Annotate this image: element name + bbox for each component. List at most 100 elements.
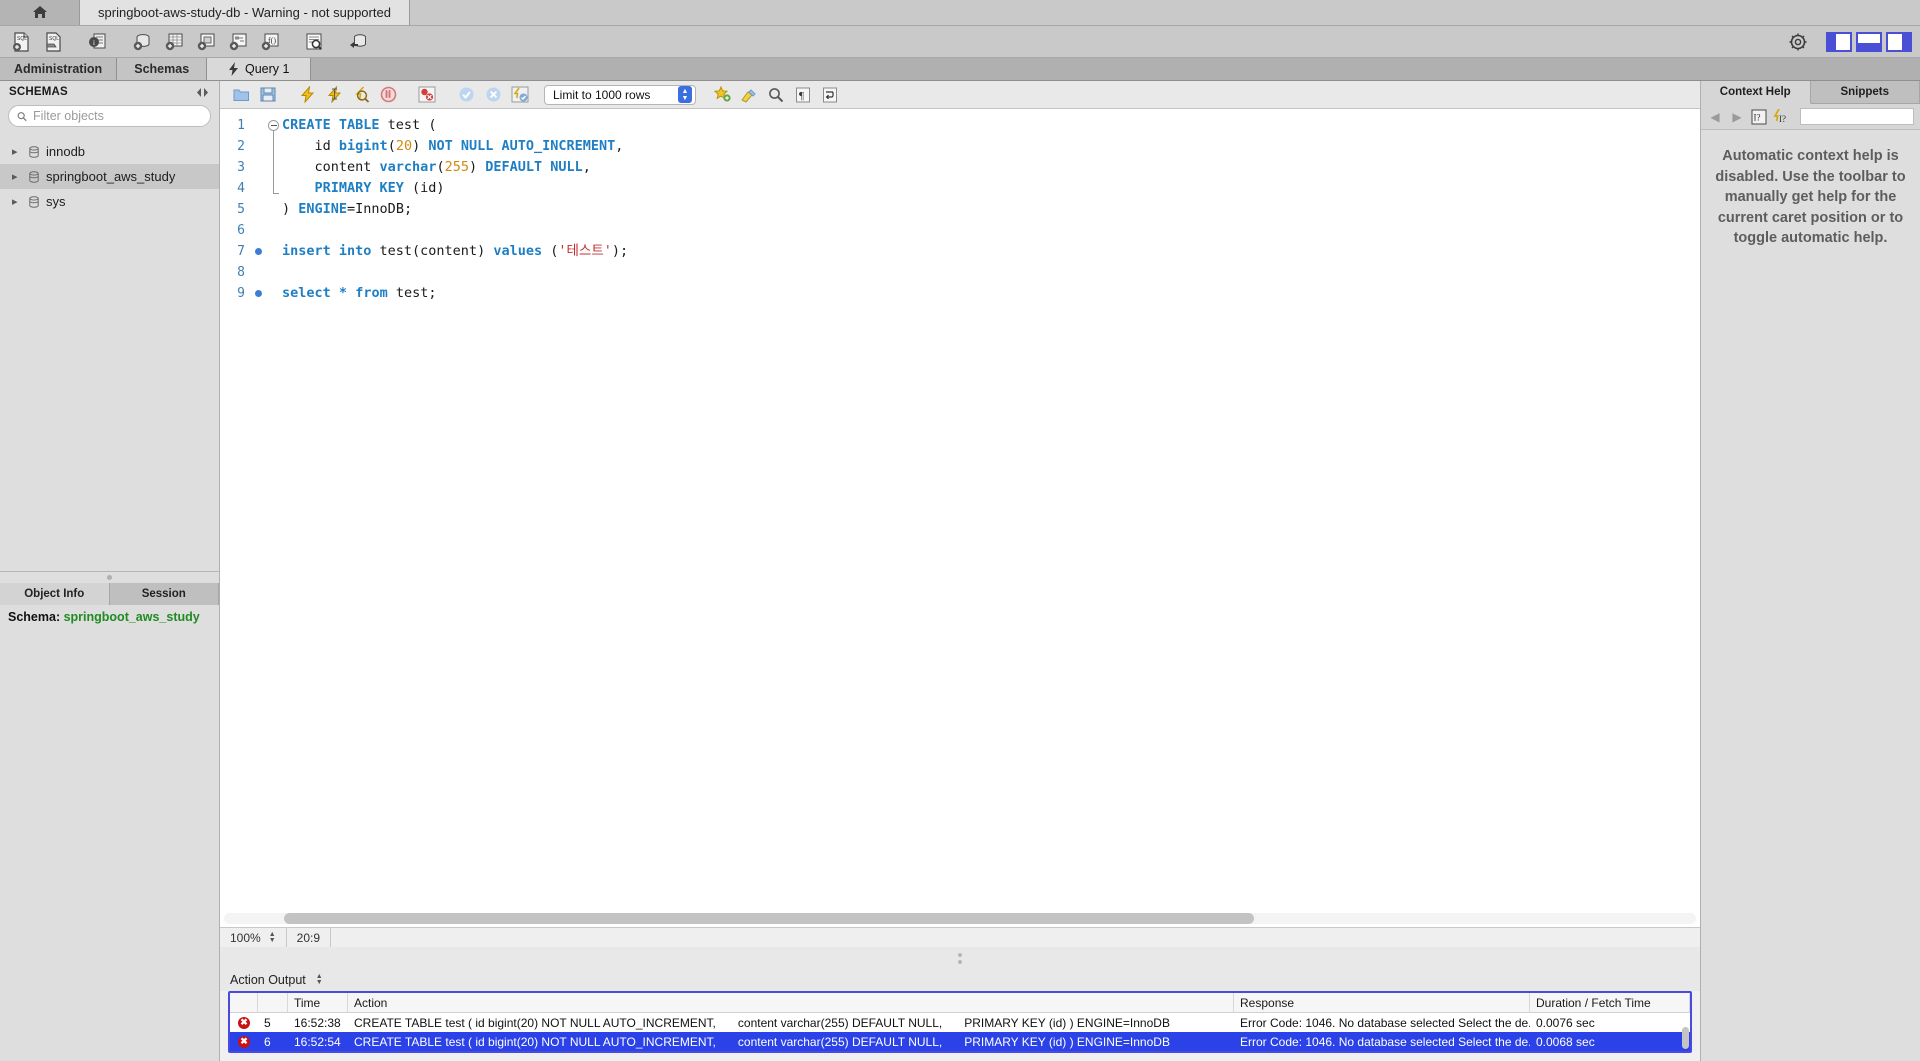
- row-limit-select[interactable]: Limit to 1000 rows ▲ ▼: [544, 84, 696, 105]
- code-fold-gutter[interactable]: [266, 109, 282, 910]
- execute-statement-button[interactable]: [294, 83, 320, 107]
- create-procedure-button[interactable]: [222, 28, 254, 56]
- sidebar-item-springboot-aws-study[interactable]: ▸ springboot_aws_study: [0, 164, 219, 189]
- zoom-level-control[interactable]: 100% ▲ ▼: [220, 927, 287, 948]
- row-limit-value: Limit to 1000 rows: [553, 87, 651, 102]
- sql-editor[interactable]: 123456789 CREATE TABLE test ( id bigint(…: [220, 109, 1700, 910]
- reconnect-server-button[interactable]: [342, 28, 374, 56]
- context-help-icon[interactable]: I?: [1751, 109, 1767, 125]
- forward-arrow-icon[interactable]: ▶: [1729, 110, 1745, 124]
- toggle-snippet-button[interactable]: [709, 83, 735, 107]
- auto-context-help-icon[interactable]: I?: [1773, 108, 1790, 125]
- connection-tab-label: springboot-aws-study-db - Warning - not …: [98, 4, 391, 20]
- explain-query-button[interactable]: [348, 83, 374, 107]
- back-arrow-icon[interactable]: ◀: [1707, 110, 1723, 124]
- server-info-button[interactable]: i: [82, 28, 114, 56]
- breakpoint-slot[interactable]: [250, 157, 266, 178]
- tab-session[interactable]: Session: [109, 583, 219, 605]
- code-token: ): [468, 159, 486, 175]
- output-panel-splitter[interactable]: [220, 947, 1700, 969]
- sidebar-item-innodb[interactable]: ▸ innodb: [0, 139, 219, 164]
- column-duration[interactable]: Duration / Fetch Time: [1530, 993, 1690, 1013]
- tab-schemas[interactable]: Schemas: [117, 58, 208, 80]
- filter-objects-field[interactable]: [8, 105, 211, 127]
- chevron-right-icon[interactable]: ▸: [12, 145, 22, 158]
- row-action-part2: content varchar(255) DEFAULT NULL,: [737, 1015, 943, 1030]
- home-tab-button[interactable]: [0, 0, 80, 25]
- toggle-bottom-panel-icon[interactable]: [1856, 32, 1882, 52]
- execute-current-statement-button[interactable]: [321, 83, 347, 107]
- tab-query-1[interactable]: Query 1: [207, 58, 312, 80]
- code-token: ENGINE: [298, 201, 348, 217]
- open-file-button[interactable]: [228, 83, 254, 107]
- table-row[interactable]: ✖ 5 16:52:38 CREATE TABLE test ( id bigi…: [230, 1013, 1690, 1032]
- sidebar-splitter[interactable]: [0, 572, 219, 583]
- commit-button[interactable]: [453, 83, 479, 107]
- breakpoint-slot[interactable]: [250, 220, 266, 241]
- connection-tab[interactable]: springboot-aws-study-db - Warning - not …: [80, 0, 410, 25]
- breakpoint-slot[interactable]: [250, 136, 266, 157]
- chevron-right-icon[interactable]: ▸: [12, 195, 22, 208]
- create-schema-button[interactable]: [126, 28, 158, 56]
- tab-query-1-label: Query 1: [244, 62, 290, 76]
- editor-hscrollbar[interactable]: [224, 913, 1696, 924]
- breakpoint-slot[interactable]: [250, 178, 266, 199]
- stepper-icon[interactable]: ▲ ▼: [678, 86, 692, 103]
- create-view-icon: [197, 33, 215, 50]
- toggle-left-sidebar-icon[interactable]: [1826, 32, 1852, 52]
- fold-collapse-icon[interactable]: [268, 120, 279, 131]
- breakpoint-marker[interactable]: [250, 283, 266, 304]
- schemas-header: SCHEMAS: [0, 81, 219, 103]
- tab-context-help[interactable]: Context Help: [1701, 81, 1811, 104]
- save-file-button[interactable]: [255, 83, 281, 107]
- chevron-right-icon[interactable]: ▸: [12, 170, 22, 183]
- code-token: insert into: [282, 243, 372, 259]
- main-toolbar: SQL SQL i f(): [0, 26, 1920, 58]
- editor-hscrollbar-thumb[interactable]: [284, 913, 1254, 924]
- gear-icon[interactable]: [1788, 32, 1808, 52]
- breakpoint-slot[interactable]: [250, 262, 266, 283]
- column-action[interactable]: Action: [348, 993, 1234, 1013]
- collapse-icon[interactable]: [196, 87, 209, 98]
- toggle-right-sidebar-icon[interactable]: [1886, 32, 1912, 52]
- open-sql-script-button[interactable]: SQL: [38, 28, 70, 56]
- breakpoint-slot[interactable]: [250, 115, 266, 136]
- tab-administration[interactable]: Administration: [0, 58, 118, 80]
- column-response[interactable]: Response: [1234, 993, 1530, 1013]
- create-table-button[interactable]: [158, 28, 190, 56]
- breakpoint-slot[interactable]: [250, 199, 266, 220]
- rollback-button[interactable]: [480, 83, 506, 107]
- code-line: content varchar(255) DEFAULT NULL,: [282, 157, 1700, 178]
- output-panel-label: Action Output: [230, 973, 306, 987]
- tab-object-info[interactable]: Object Info: [0, 583, 110, 605]
- stepper-icon[interactable]: ▲ ▼: [269, 931, 276, 944]
- toggle-autocommit-button[interactable]: [507, 83, 533, 107]
- open-sql-script-icon: SQL: [46, 31, 61, 52]
- output-vscrollbar-thumb[interactable]: [1682, 1027, 1689, 1049]
- toggle-stop-on-error-button[interactable]: [414, 83, 440, 107]
- table-row[interactable]: ✖ 6 16:52:54 CREATE TABLE test ( id bigi…: [230, 1032, 1690, 1051]
- row-response: Error Code: 1046. No database selected S…: [1240, 1034, 1530, 1049]
- breakpoint-marker[interactable]: [250, 241, 266, 262]
- search-input[interactable]: [33, 109, 202, 123]
- row-duration: 0.0076 sec: [1536, 1015, 1595, 1030]
- inspect-schema-button[interactable]: [298, 28, 330, 56]
- context-help-search-input[interactable]: [1800, 108, 1914, 125]
- beautify-query-button[interactable]: [736, 83, 762, 107]
- tab-snippets[interactable]: Snippets: [1810, 81, 1920, 104]
- create-function-button[interactable]: f(): [254, 28, 286, 56]
- new-sql-tab-button[interactable]: SQL: [6, 28, 38, 56]
- toggle-wrapping-button[interactable]: [817, 83, 843, 107]
- toggle-invisible-chars-button[interactable]: ¶: [790, 83, 816, 107]
- code-token: (: [387, 138, 396, 154]
- breakpoint-gutter[interactable]: [250, 109, 266, 910]
- find-button[interactable]: [763, 83, 789, 107]
- sidebar-item-sys[interactable]: ▸ sys: [0, 189, 219, 214]
- create-view-button[interactable]: [190, 28, 222, 56]
- error-icon: ✖: [238, 1016, 250, 1029]
- stop-execution-button[interactable]: [375, 83, 401, 107]
- column-time[interactable]: Time: [288, 993, 348, 1013]
- column-index: [258, 993, 288, 1013]
- code-content[interactable]: CREATE TABLE test ( id bigint(20) NOT NU…: [282, 109, 1700, 910]
- output-type-dropdown[interactable]: ▲ ▼: [316, 973, 323, 986]
